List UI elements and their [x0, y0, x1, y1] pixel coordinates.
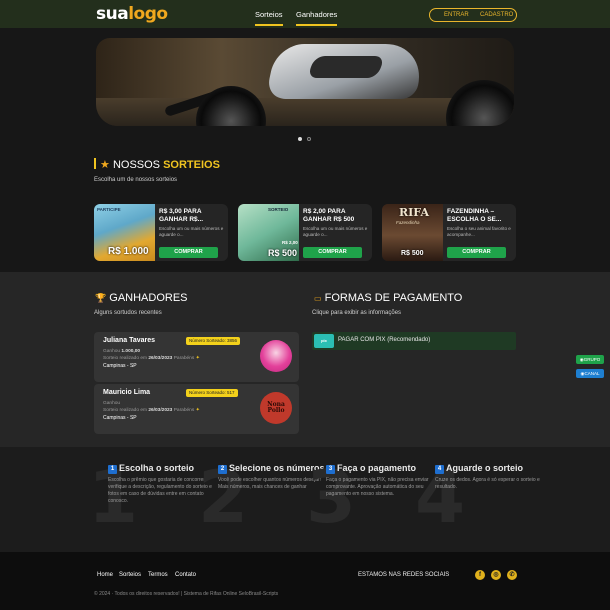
hero-banner[interactable] — [96, 38, 514, 126]
footer: Home Sorteios Termos Contato ESTAMOS NAS… — [0, 552, 610, 610]
site-logo[interactable]: sualogo — [96, 4, 168, 24]
clap-icon: ✦ — [195, 356, 200, 361]
telegram-channel-button[interactable]: ◉CANAL — [576, 369, 604, 378]
whatsapp-group-button[interactable]: ◉GRUPO — [576, 355, 604, 364]
buy-button[interactable]: COMPRAR — [303, 247, 362, 258]
raffle-thumb: RIFA Fazendinha R$ 500 — [382, 204, 443, 261]
sorteios-title: ★ NOSSOS SORTEIOS — [100, 159, 220, 171]
whatsapp-icon[interactable]: ✆ — [507, 570, 517, 580]
winner-avatar — [260, 340, 292, 372]
winning-number-badge: Número Sorteado: 3856 — [186, 337, 241, 345]
raffle-thumb: PARTICIPE R$ 1.000 — [94, 204, 155, 261]
footer-link-contato[interactable]: Contato — [175, 572, 196, 578]
hero-front-wheel — [446, 80, 514, 126]
hero-rear-wheel — [196, 86, 266, 126]
pagamento-title: ▭ FORMAS DE PAGAMENTO — [314, 292, 463, 304]
step-item: 4 4 Aguarde o sorteio Cruze os dedos. Ago… — [415, 455, 540, 539]
wallet-icon: ▭ — [314, 294, 322, 303]
buy-button[interactable]: COMPRAR — [159, 247, 218, 258]
pagamento-subtitle: Clique para exibir as informações — [312, 310, 402, 316]
buy-button[interactable]: COMPRAR — [447, 247, 506, 258]
winning-number-badge: Número Sorteado: 517 — [186, 389, 238, 397]
ganhadores-title: 🏆 GANHADORES — [95, 292, 188, 304]
winners-payment-band — [0, 272, 610, 447]
how-it-works: 1 1 Escolha o sorteio Escolha o prêmio qu… — [0, 447, 610, 552]
trophy-icon: 🏆 — [95, 293, 107, 303]
footer-link-termos[interactable]: Termos — [148, 572, 168, 578]
ganhadores-subtitle: Alguns sortudos recentes — [94, 310, 162, 316]
social-label: ESTAMOS NAS REDES SOCIAIS — [358, 572, 450, 578]
raffle-card[interactable]: RIFA Fazendinha R$ 500 FAZENDINHA – ESCO… — [382, 204, 516, 261]
hero-motorcycle-seat — [306, 56, 386, 78]
sorteios-subtitle: Escolha um de nossos sorteios — [94, 177, 178, 183]
login-button[interactable]: ENTRAR — [444, 12, 469, 18]
nav-sorteios[interactable]: Sorteios — [255, 10, 283, 26]
signup-button[interactable]: CADASTRO — [480, 12, 513, 18]
facebook-icon[interactable]: f — [475, 570, 485, 580]
pix-payment-option[interactable]: pix PAGAR COM PIX (Recomendado) — [312, 332, 516, 350]
pix-icon: pix — [314, 334, 334, 348]
auth-buttons: ENTRAR CADASTRO — [429, 8, 517, 22]
raffle-thumb: SORTEIO R$ 2,00 R$ 500 — [238, 204, 299, 261]
carousel-dot-active[interactable] — [298, 137, 302, 141]
carousel-dot[interactable] — [307, 137, 311, 141]
section-bar — [94, 158, 96, 169]
winner-card[interactable]: Mauricio Lima Número Sorteado: 517 Ganho… — [94, 384, 299, 434]
copyright: © 2024 · Todos os direitos reservados! |… — [94, 591, 279, 597]
raffle-card[interactable]: PARTICIPE R$ 1.000 R$ 3,00 PARA GANHAR R… — [94, 204, 228, 261]
winner-avatar: Nona Pollo — [260, 392, 292, 424]
clap-icon: ✦ — [195, 408, 200, 413]
footer-link-sorteios[interactable]: Sorteios — [119, 572, 141, 578]
winner-card[interactable]: Juliana Tavares Número Sorteado: 3856 Ga… — [94, 332, 299, 382]
star-icon: ★ — [100, 159, 110, 171]
nav-ganhadores[interactable]: Ganhadores — [296, 10, 338, 26]
raffle-card[interactable]: SORTEIO R$ 2,00 R$ 500 R$ 2,00 PARA GANH… — [238, 204, 372, 261]
instagram-icon[interactable]: ◎ — [491, 570, 501, 580]
top-header: sualogo Sorteios Ganhadores ENTRAR CADAS… — [0, 0, 610, 28]
footer-link-home[interactable]: Home — [97, 572, 113, 578]
